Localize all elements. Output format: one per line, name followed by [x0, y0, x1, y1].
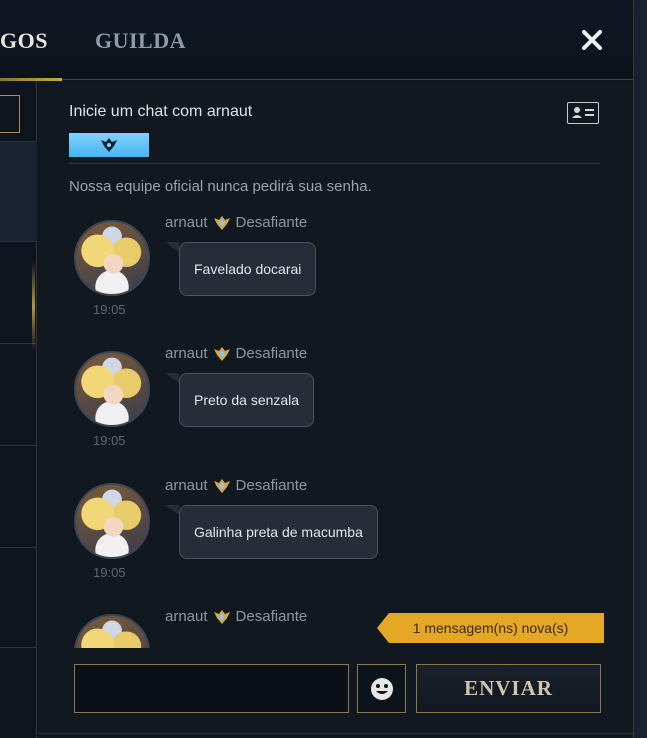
message-sender: arnaut Desafiante — [165, 214, 307, 231]
friend-list — [0, 81, 37, 738]
chat-window: GOS GUILDA Inicie um chat com arnaut Nos… — [0, 0, 647, 738]
message-sender: arnaut Desafiante — [165, 608, 307, 625]
message-input[interactable] — [74, 664, 349, 713]
sender-name: arnaut — [165, 345, 208, 362]
rank-tag — [69, 133, 149, 157]
challenger-rank-icon — [213, 215, 230, 230]
sender-name: arnaut — [165, 608, 208, 625]
friend-list-item[interactable] — [0, 547, 37, 647]
divider — [69, 163, 600, 164]
bubble-tail — [165, 505, 179, 515]
close-button[interactable] — [574, 22, 610, 58]
bubble-tail — [165, 373, 179, 383]
sender-rank: Desafiante — [235, 477, 308, 494]
message-time: 19:05 — [93, 433, 126, 448]
message-sender: arnaut Desafiante — [165, 345, 307, 362]
friend-search-field[interactable] — [0, 95, 20, 133]
message-time: 19:05 — [93, 565, 126, 580]
tab-friends[interactable]: GOS — [0, 28, 48, 54]
rank-emblem-icon — [101, 138, 117, 152]
challenger-rank-icon — [213, 478, 230, 493]
chat-start-label: Inicie um chat com arnaut — [69, 103, 253, 120]
chat-message: 19:05 arnaut Desafiante Galinha preta de… — [74, 477, 594, 587]
message-sender: arnaut Desafiante — [165, 477, 307, 494]
sender-rank: Desafiante — [235, 214, 308, 231]
sender-rank: Desafiante — [235, 345, 308, 362]
chat-message: 19:05 arnaut Desafiante Favelado docarai — [74, 214, 594, 324]
id-card-icon — [572, 107, 594, 118]
selection-accent — [32, 261, 35, 351]
challenger-rank-icon — [213, 346, 230, 361]
profile-card-button[interactable] — [567, 102, 599, 124]
tab-guild[interactable]: GUILDA — [95, 28, 186, 54]
emoji-button[interactable] — [357, 664, 406, 713]
chat-message: 19:05 arnaut Desafiante Preto da senzala — [74, 345, 594, 455]
friend-list-item[interactable] — [0, 343, 37, 443]
message-bubble: Galinha preta de macumba — [179, 505, 378, 559]
message-bubble: Favelado docarai — [179, 242, 317, 296]
bubble-tail — [165, 242, 179, 252]
friend-list-item[interactable] — [0, 141, 37, 241]
avatar[interactable] — [74, 614, 150, 648]
avatar[interactable] — [74, 483, 150, 559]
header: GOS GUILDA — [0, 0, 633, 81]
chat-panel: Inicie um chat com arnaut Nossa equipe o… — [38, 81, 633, 738]
sender-rank: Desafiante — [235, 608, 308, 625]
sender-name: arnaut — [165, 477, 208, 494]
avatar[interactable] — [74, 351, 150, 427]
message-bubble: Preto da senzala — [179, 373, 315, 427]
friend-list-item[interactable] — [0, 647, 37, 738]
challenger-rank-icon — [213, 609, 230, 624]
smiley-icon — [370, 677, 393, 700]
friend-list-item[interactable] — [0, 445, 37, 545]
security-warning: Nossa equipe oficial nunca pedirá sua se… — [69, 178, 372, 195]
divider — [38, 733, 633, 734]
send-button[interactable]: ENVIAR — [416, 664, 601, 713]
avatar[interactable] — [74, 220, 150, 296]
new-messages-badge[interactable]: 1 mensagem(ns) nova(s) — [377, 613, 604, 643]
sender-name: arnaut — [165, 214, 208, 231]
close-icon — [582, 30, 602, 50]
window-edge — [633, 0, 647, 738]
message-time: 19:05 — [93, 302, 126, 317]
